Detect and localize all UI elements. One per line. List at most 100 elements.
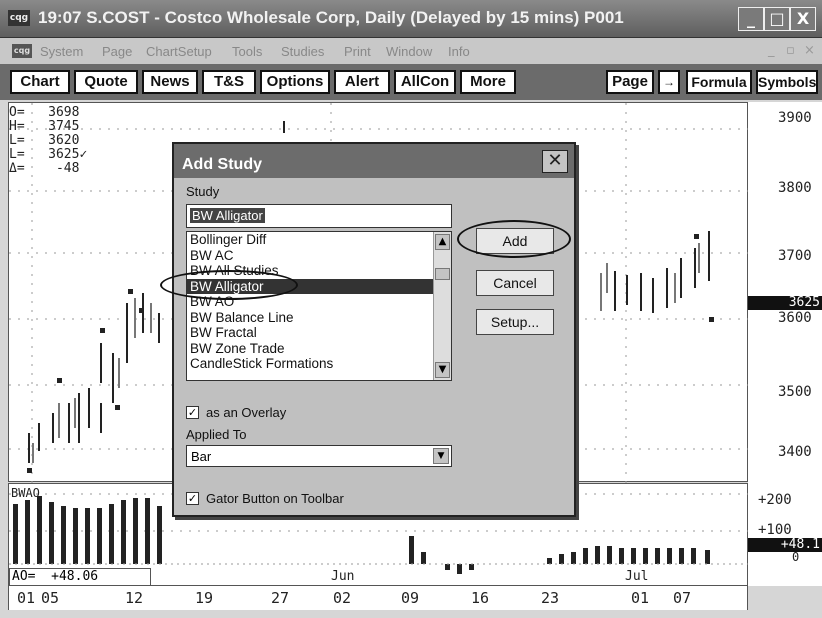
current-price-tag: 3625 xyxy=(748,296,822,310)
menu-app-icon[interactable]: cqg xyxy=(12,44,32,58)
allcon-button[interactable]: AllCon xyxy=(394,70,456,94)
chart-button[interactable]: Chart xyxy=(10,70,70,94)
menu-studies[interactable]: Studies xyxy=(281,44,324,59)
study-listbox[interactable]: Bollinger Diff BW AC BW All Studies BW A… xyxy=(186,231,452,381)
close-button[interactable]: X xyxy=(790,7,816,31)
applied-to-label: Applied To xyxy=(186,427,247,442)
low-value: 3620 xyxy=(48,133,80,148)
menu-tools[interactable]: Tools xyxy=(232,44,262,59)
date-tick: 05 xyxy=(41,589,60,607)
page-button[interactable]: Page xyxy=(606,70,654,94)
menu-info[interactable]: Info xyxy=(448,44,470,59)
high-value: 3745 xyxy=(48,119,80,134)
date-tick: 07 xyxy=(673,589,692,607)
month-label: Jul xyxy=(625,569,649,584)
mdi-close-button[interactable]: × xyxy=(804,43,815,58)
price-tick: 3800 xyxy=(778,180,812,196)
dialog-title: Add Study xyxy=(182,156,262,173)
add-study-dialog: Add Study ✕ Study BW Alligator Bollinger… xyxy=(172,142,576,517)
news-button[interactable]: News xyxy=(142,70,198,94)
more-button[interactable]: More xyxy=(460,70,516,94)
list-item[interactable]: BW Zone Trade xyxy=(187,341,451,357)
date-axis[interactable]: 01 05 12 19 27 02 09 16 23 01 07 Jun Jul xyxy=(8,569,748,610)
list-item[interactable]: BW Fractal xyxy=(187,325,451,341)
last-label: L= xyxy=(9,147,49,162)
price-tick: 3600 xyxy=(778,310,812,326)
date-tick: 01 xyxy=(631,589,650,607)
applied-to-select[interactable]: Bar ▼ xyxy=(186,445,452,467)
date-tick: 19 xyxy=(195,589,214,607)
low-label: L= xyxy=(9,133,49,148)
date-tick: 16 xyxy=(471,589,490,607)
app-icon: cqg xyxy=(8,10,30,26)
overlay-label: as an Overlay xyxy=(206,405,287,420)
menu-window[interactable]: Window xyxy=(386,44,432,59)
current-ao-tag: +48.1 xyxy=(748,538,822,552)
ao-tick: +100 xyxy=(758,522,792,538)
ao-readout-label: AO= xyxy=(12,569,36,584)
date-tick: 27 xyxy=(271,589,290,607)
high-label: H= xyxy=(9,119,49,134)
chevron-down-icon[interactable]: ▼ xyxy=(433,448,449,464)
study-input-value: BW Alligator xyxy=(190,208,265,223)
price-tick: 3900 xyxy=(778,110,812,126)
menu-system[interactable]: System xyxy=(40,44,83,59)
mdi-minimize-button[interactable]: _ xyxy=(768,43,775,58)
scroll-thumb[interactable] xyxy=(435,268,450,280)
add-button-highlight xyxy=(457,220,571,258)
price-tick: 3700 xyxy=(778,248,812,264)
options-button[interactable]: Options xyxy=(260,70,330,94)
overlay-checkbox[interactable]: ✓ xyxy=(186,406,199,419)
ohlc-readout: O= 3698 H= 3745 L= 3620 L= 3625✓ Δ= -48 xyxy=(9,106,87,176)
indicator-name: BWAO xyxy=(11,486,40,500)
ao-tick: +200 xyxy=(758,492,792,508)
price-axis[interactable]: 3900 3800 3700 3625 3600 3500 3400 +200 … xyxy=(748,102,822,586)
last-value: 3625✓ xyxy=(48,147,88,162)
gator-label: Gator Button on Toolbar xyxy=(206,491,344,506)
list-item[interactable]: CandleStick Formations xyxy=(187,356,451,372)
price-tick: 3400 xyxy=(778,444,812,460)
alert-button[interactable]: Alert xyxy=(334,70,390,94)
date-tick: 12 xyxy=(125,589,144,607)
mdi-restore-button[interactable]: ▫ xyxy=(786,43,795,58)
dialog-title-bar[interactable]: Add Study xyxy=(174,144,574,178)
list-item[interactable]: Bollinger Diff xyxy=(187,232,451,248)
title-bar[interactable]: cqg 19:07 S.COST - Costco Wholesale Corp… xyxy=(0,0,822,38)
cancel-button[interactable]: Cancel xyxy=(476,270,554,296)
study-input[interactable]: BW Alligator xyxy=(186,204,452,228)
open-label: O= xyxy=(9,105,49,120)
applied-to-value: Bar xyxy=(191,449,212,464)
date-tick: 23 xyxy=(541,589,560,607)
toolbar: Chart Quote News T&S Options Alert AllCo… xyxy=(0,64,822,100)
menu-print[interactable]: Print xyxy=(344,44,371,59)
menu-page[interactable]: Page xyxy=(102,44,132,59)
ao-tick: 0 xyxy=(792,550,800,564)
date-tick: 09 xyxy=(401,589,420,607)
minimize-button[interactable]: _ xyxy=(738,7,764,31)
study-label: Study xyxy=(186,184,220,199)
scroll-up-icon[interactable]: ▲ xyxy=(435,234,450,250)
delta-label: Δ= xyxy=(9,161,56,176)
date-tick: 02 xyxy=(333,589,352,607)
ao-readout-value: +48.06 xyxy=(51,569,99,584)
gator-checkbox[interactable]: ✓ xyxy=(186,492,199,505)
maximize-button[interactable]: □ xyxy=(764,7,790,31)
list-scrollbar[interactable]: ▲ ▼ xyxy=(433,232,451,380)
window-title: 19:07 S.COST - Costco Wholesale Corp, Da… xyxy=(38,8,624,27)
price-tick: 3500 xyxy=(778,384,812,400)
setup-button[interactable]: Setup... xyxy=(476,309,554,335)
ts-button[interactable]: T&S xyxy=(202,70,256,94)
bw-alligator-highlight xyxy=(160,270,298,300)
link-arrow-icon[interactable]: → xyxy=(658,70,680,94)
symbols-button[interactable]: Symbols xyxy=(756,70,818,94)
list-item[interactable]: BW AC xyxy=(187,248,451,264)
formula-button[interactable]: Formula xyxy=(686,70,752,94)
list-item[interactable]: BW Balance Line xyxy=(187,310,451,326)
month-label: Jun xyxy=(331,569,355,584)
dialog-close-icon[interactable]: ✕ xyxy=(542,150,568,173)
ao-readout: AO= +48.06 xyxy=(9,568,151,586)
menu-chartsetup[interactable]: ChartSetup xyxy=(146,44,212,59)
menu-bar: cqg System Page ChartSetup Tools Studies… xyxy=(0,38,822,64)
quote-button[interactable]: Quote xyxy=(74,70,138,94)
scroll-down-icon[interactable]: ▼ xyxy=(435,362,450,378)
